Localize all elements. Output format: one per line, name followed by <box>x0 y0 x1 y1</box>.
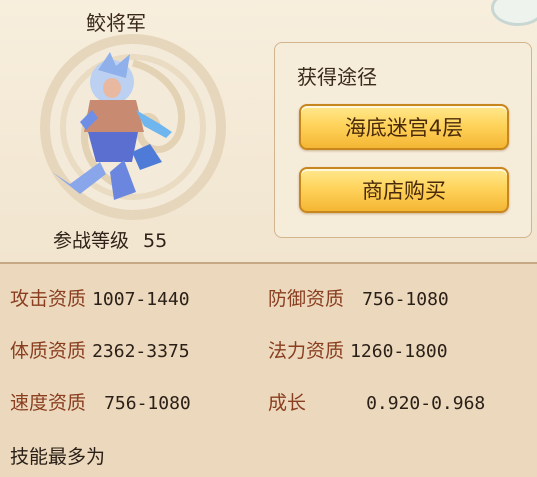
stat-value: 2362-3375 <box>92 341 190 362</box>
stats-panel: 攻击资质 1007-1440 防御资质 756-1080 体质资质 2362-3… <box>0 264 537 477</box>
acquisition-panel: 获得途径 海底迷宫4层 商店购买 <box>274 42 532 238</box>
character-figure <box>52 52 172 200</box>
stat-value: 756-1080 <box>362 289 449 310</box>
stat-magic: 法力资质 1260-1800 <box>268 336 448 363</box>
stat-attack: 攻击资质 1007-1440 <box>10 284 190 311</box>
stat-label: 速度资质 <box>10 392 87 414</box>
cloud-decoration-icon <box>491 0 537 26</box>
battle-level: 参战等级 55 <box>53 226 167 253</box>
pet-name: 鲛将军 <box>86 11 146 35</box>
stat-value: 756-1080 <box>104 393 191 414</box>
stat-stamina: 体质资质 2362-3375 <box>10 336 190 363</box>
stat-label: 攻击资质 <box>10 288 87 310</box>
level-label: 参战等级 <box>53 230 130 252</box>
source-button-seabed-maze[interactable]: 海底迷宫4层 <box>299 104 509 150</box>
stat-label: 防御资质 <box>268 288 345 310</box>
stat-label: 法力资质 <box>268 340 345 362</box>
stat-label: 成长 <box>268 392 307 414</box>
stat-speed: 速度资质 756-1080 <box>10 388 191 415</box>
stat-growth: 成长 0.920-0.968 <box>268 388 485 415</box>
acquisition-title: 获得途径 <box>297 65 377 89</box>
source-button-shop-buy[interactable]: 商店购买 <box>299 167 509 213</box>
level-value: 55 <box>143 230 168 252</box>
stat-defense: 防御资质 756-1080 <box>268 284 449 311</box>
stat-value: 1260-1800 <box>350 341 448 362</box>
stat-value: 0.920-0.968 <box>366 393 486 414</box>
stat-value: 1007-1440 <box>92 289 190 310</box>
stat-label: 体质资质 <box>10 340 87 362</box>
pet-info-panel: 鲛将军 参战等级 55 获得途径 海底迷宫4层 商店购买 <box>0 0 537 262</box>
skills-max-label: 技能最多为 <box>10 446 106 468</box>
